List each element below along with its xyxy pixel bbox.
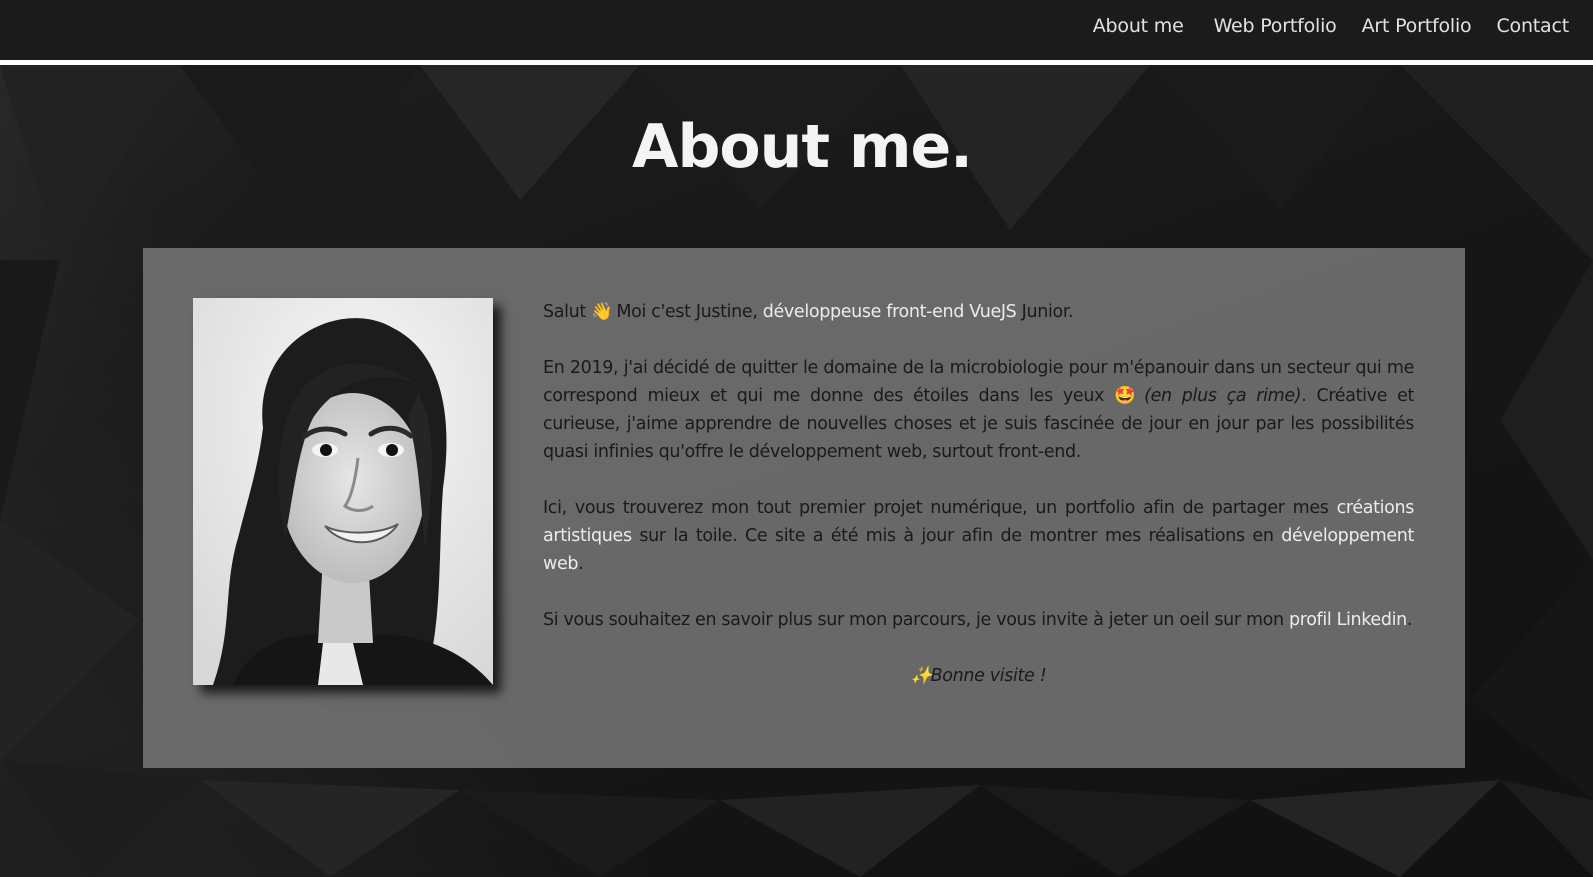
greeting-text: Salut [543, 302, 586, 322]
rhyme-note: (en plus ça rime) [1144, 386, 1302, 406]
portfolio-paragraph: Ici, vous trouverez mon tout premier pro… [543, 494, 1414, 578]
linkedin-link[interactable]: profil Linkedin [1289, 610, 1407, 630]
level-text: Junior. [1021, 302, 1074, 322]
navbar: About me Web Portfolio Art Portfolio Con… [0, 0, 1593, 60]
nav-link-art-portfolio[interactable]: Art Portfolio [1362, 15, 1472, 37]
linkedin-text: Si vous souhaitez en savoir plus sur mon… [543, 610, 1284, 630]
portfolio-text-3: . [578, 554, 584, 574]
nav-link-about[interactable]: About me [1093, 15, 1184, 37]
sparkles-icon: ✨ [910, 666, 933, 686]
portfolio-text-2: sur la toile. Ce site a été mis à jour a… [639, 526, 1274, 546]
star-struck-icon: 🤩 [1114, 386, 1136, 406]
portrait-icon [193, 298, 493, 685]
career-paragraph: En 2019, j'ai décidé de quitter le domai… [543, 354, 1414, 466]
nav-link-web-portfolio[interactable]: Web Portfolio [1214, 15, 1337, 37]
portrait-photo [193, 298, 493, 685]
nav-menu: About me Web Portfolio Art Portfolio Con… [1093, 0, 1569, 52]
about-card: Salut 👋 Moi c'est Justine, développeuse … [143, 248, 1465, 768]
linkedin-paragraph: Si vous souhaitez en savoir plus sur mon… [543, 606, 1414, 634]
page: About me Web Portfolio Art Portfolio Con… [0, 0, 1593, 877]
intro-paragraph: Salut 👋 Moi c'est Justine, développeuse … [543, 298, 1414, 326]
waving-hand-icon: 👋 [591, 302, 613, 322]
closing-text: Bonne visite ! [930, 666, 1047, 686]
role-highlight: développeuse front-end VueJS [762, 302, 1017, 322]
nav-divider [0, 60, 1593, 65]
intro-name-text: Moi c'est Justine, [616, 302, 758, 322]
closing-line: ✨Bonne visite ! [543, 662, 1414, 690]
nav-link-contact[interactable]: Contact [1496, 15, 1569, 37]
linkedin-text-2: . [1406, 610, 1413, 630]
about-text: Salut 👋 Moi c'est Justine, développeuse … [543, 298, 1414, 718]
page-title: About me. [632, 112, 973, 182]
portfolio-text: Ici, vous trouverez mon tout premier pro… [543, 498, 1329, 518]
